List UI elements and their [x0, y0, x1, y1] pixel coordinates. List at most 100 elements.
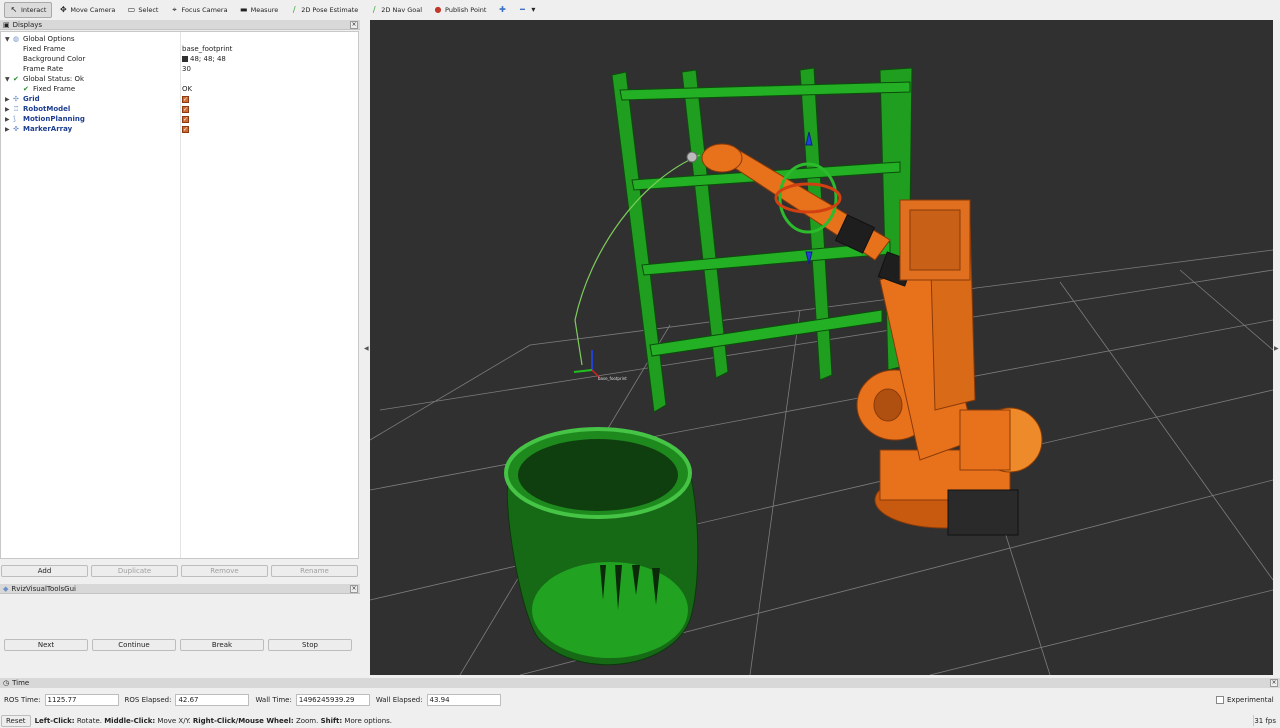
tree-row-global-status[interactable]: ▼ ✔ Global Status: Ok: [1, 74, 358, 84]
plus-icon: ✚: [499, 4, 506, 14]
time-title: Time: [12, 679, 30, 687]
checkmark-icon: ✔: [13, 75, 19, 83]
experimental-toggle[interactable]: Experimental: [1216, 696, 1274, 704]
publish-point-label: Publish Point: [445, 5, 487, 14]
status-hint: Left-Click: Rotate. Middle-Click: Move X…: [35, 717, 392, 725]
enabled-checkbox[interactable]: ✓: [182, 95, 189, 103]
left-click-hint: Left-Click:: [34, 716, 75, 725]
nav-goal-tool[interactable]: ∕ 2D Nav Goal: [365, 2, 427, 18]
wall-elapsed-field[interactable]: 43.94: [426, 694, 501, 706]
move-camera-tool[interactable]: ✥ Move Camera: [54, 2, 120, 18]
duplicate-button[interactable]: Duplicate: [91, 565, 178, 577]
pose-estimate-tool[interactable]: ∕ 2D Pose Estimate: [285, 2, 363, 18]
3d-render-view[interactable]: base_footprint: [370, 20, 1273, 675]
monitor-icon: ▣: [3, 20, 10, 29]
select-label: Select: [138, 5, 159, 14]
ros-time-label: ROS Time:: [4, 696, 41, 704]
tree-row-robot-model[interactable]: ▶ ♖ RobotModel ✓: [1, 104, 358, 114]
left-panel: ▣ Displays × ▼ ◍ Global Options Fixed Fr…: [0, 20, 360, 695]
ros-elapsed-field[interactable]: 42.67: [175, 694, 250, 706]
close-icon[interactable]: ×: [350, 585, 358, 593]
displays-tree[interactable]: ▼ ◍ Global Options Fixed Frame base_foot…: [0, 31, 359, 559]
arm-icon: ⟆: [13, 115, 16, 123]
close-icon[interactable]: ×: [1270, 679, 1278, 687]
collapse-left-arrow-icon[interactable]: ◀: [364, 345, 369, 352]
tree-row-grid[interactable]: ▶ ✣ Grid ✓: [1, 94, 358, 104]
right-click-desc: Zoom.: [293, 716, 321, 725]
measure-icon: ▬: [239, 4, 248, 14]
add-button[interactable]: Add: [1, 565, 88, 577]
add-tool-button[interactable]: ✚: [493, 2, 511, 18]
displays-panel-title: ▣ Displays ×: [0, 20, 360, 30]
remove-tool-dropdown[interactable]: ━ ▾: [513, 2, 542, 18]
cursor-icon: ↖: [10, 4, 18, 14]
fixed-frame-label: Fixed Frame: [23, 45, 66, 53]
ros-elapsed-label: ROS Elapsed:: [124, 696, 172, 704]
left-click-desc: Rotate.: [74, 716, 105, 725]
middle-click-hint: Middle-Click:: [104, 716, 156, 725]
bin-model: [504, 427, 699, 666]
fixed-frame-value[interactable]: base_footprint: [182, 45, 232, 53]
wall-elapsed-label: Wall Elapsed:: [375, 696, 423, 704]
scene-canvas[interactable]: base_footprint: [370, 20, 1273, 675]
shift-hint: Shift:: [320, 716, 343, 725]
focus-camera-label: Focus Camera: [181, 5, 228, 14]
middle-click-desc: Move X/Y.: [155, 716, 193, 725]
experimental-checkbox[interactable]: [1216, 696, 1224, 704]
enabled-checkbox[interactable]: ✓: [182, 105, 189, 113]
publish-point-tool[interactable]: ● Publish Point: [429, 2, 491, 18]
select-tool[interactable]: ▭ Select: [122, 2, 163, 18]
enabled-checkbox[interactable]: ✓: [182, 125, 189, 133]
enabled-checkbox[interactable]: ✓: [182, 115, 189, 123]
base-axis-marker: base_footprint: [573, 350, 627, 381]
focus-camera-icon: ⌖: [172, 4, 177, 14]
global-options-label: Global Options: [23, 35, 75, 43]
break-button[interactable]: Break: [180, 639, 264, 651]
ros-time-field[interactable]: 1125.77: [44, 694, 119, 706]
fps-readout: 31 fps: [1254, 716, 1276, 725]
expand-arrow-icon[interactable]: ▼: [5, 36, 10, 43]
expand-arrow-icon[interactable]: ▶: [5, 116, 10, 123]
frame-rate-value[interactable]: 30: [182, 65, 191, 73]
wall-time-field[interactable]: 1496245939.29: [295, 694, 370, 706]
robot-icon: ♖: [13, 105, 20, 113]
expand-arrow-icon[interactable]: ▶: [5, 106, 10, 113]
tree-row-marker-array[interactable]: ▶ ✜ MarkerArray ✓: [1, 124, 358, 134]
remove-button[interactable]: Remove: [181, 565, 268, 577]
interact-tool[interactable]: ↖ Interact: [4, 1, 53, 18]
grid-icon: ✣: [13, 95, 19, 103]
time-panel-title: ◷ Time ×: [0, 678, 1280, 688]
nav-goal-icon: ∕: [372, 4, 376, 14]
displays-title: Displays: [12, 20, 43, 29]
globe-icon: ◍: [13, 35, 20, 43]
background-color-value[interactable]: 48; 48; 48: [182, 55, 226, 63]
pose-estimate-label: 2D Pose Estimate: [301, 5, 359, 14]
focus-camera-tool[interactable]: ⌖ Focus Camera: [165, 2, 232, 18]
next-button[interactable]: Next: [4, 639, 88, 651]
status-fixed-frame-label: Fixed Frame: [33, 85, 76, 93]
rename-button[interactable]: Rename: [271, 565, 358, 577]
axis-frame-label: base_footprint: [598, 376, 627, 381]
motion-planning-label: MotionPlanning: [23, 115, 85, 123]
tree-row-global-options[interactable]: ▼ ◍ Global Options: [1, 34, 358, 44]
tree-row-fixed-frame[interactable]: Fixed Frame base_footprint: [1, 44, 358, 54]
tree-row-frame-rate[interactable]: Frame Rate 30: [1, 64, 358, 74]
expand-arrow-icon[interactable]: ▼: [5, 76, 10, 83]
measure-tool[interactable]: ▬ Measure: [235, 2, 284, 18]
move-camera-label: Move Camera: [70, 5, 116, 14]
tree-row-background-color[interactable]: Background Color 48; 48; 48: [1, 54, 358, 64]
collapse-right-arrow-icon[interactable]: ▶: [1274, 345, 1279, 352]
expand-arrow-icon[interactable]: ▶: [5, 126, 10, 133]
tree-row-status-fixed-frame[interactable]: ✔ Fixed Frame OK: [1, 84, 358, 94]
continue-button[interactable]: Continue: [92, 639, 176, 651]
tree-row-motion-planning[interactable]: ▶ ⟆ MotionPlanning ✓: [1, 114, 358, 124]
close-icon[interactable]: ×: [350, 21, 358, 29]
stop-button[interactable]: Stop: [268, 639, 352, 651]
time-panel: ◷ Time × ROS Time: 1125.77 ROS Elapsed: …: [0, 678, 1280, 728]
time-fields-row: ROS Time: 1125.77 ROS Elapsed: 42.67 Wal…: [4, 694, 1276, 706]
displays-button-row: Add Duplicate Remove Rename: [0, 565, 360, 577]
status-bar: Reset Left-Click: Rotate. Middle-Click: …: [0, 714, 1280, 727]
nav-goal-label: 2D Nav Goal: [381, 5, 423, 14]
reset-button[interactable]: Reset: [1, 714, 31, 727]
expand-arrow-icon[interactable]: ▶: [5, 96, 10, 103]
